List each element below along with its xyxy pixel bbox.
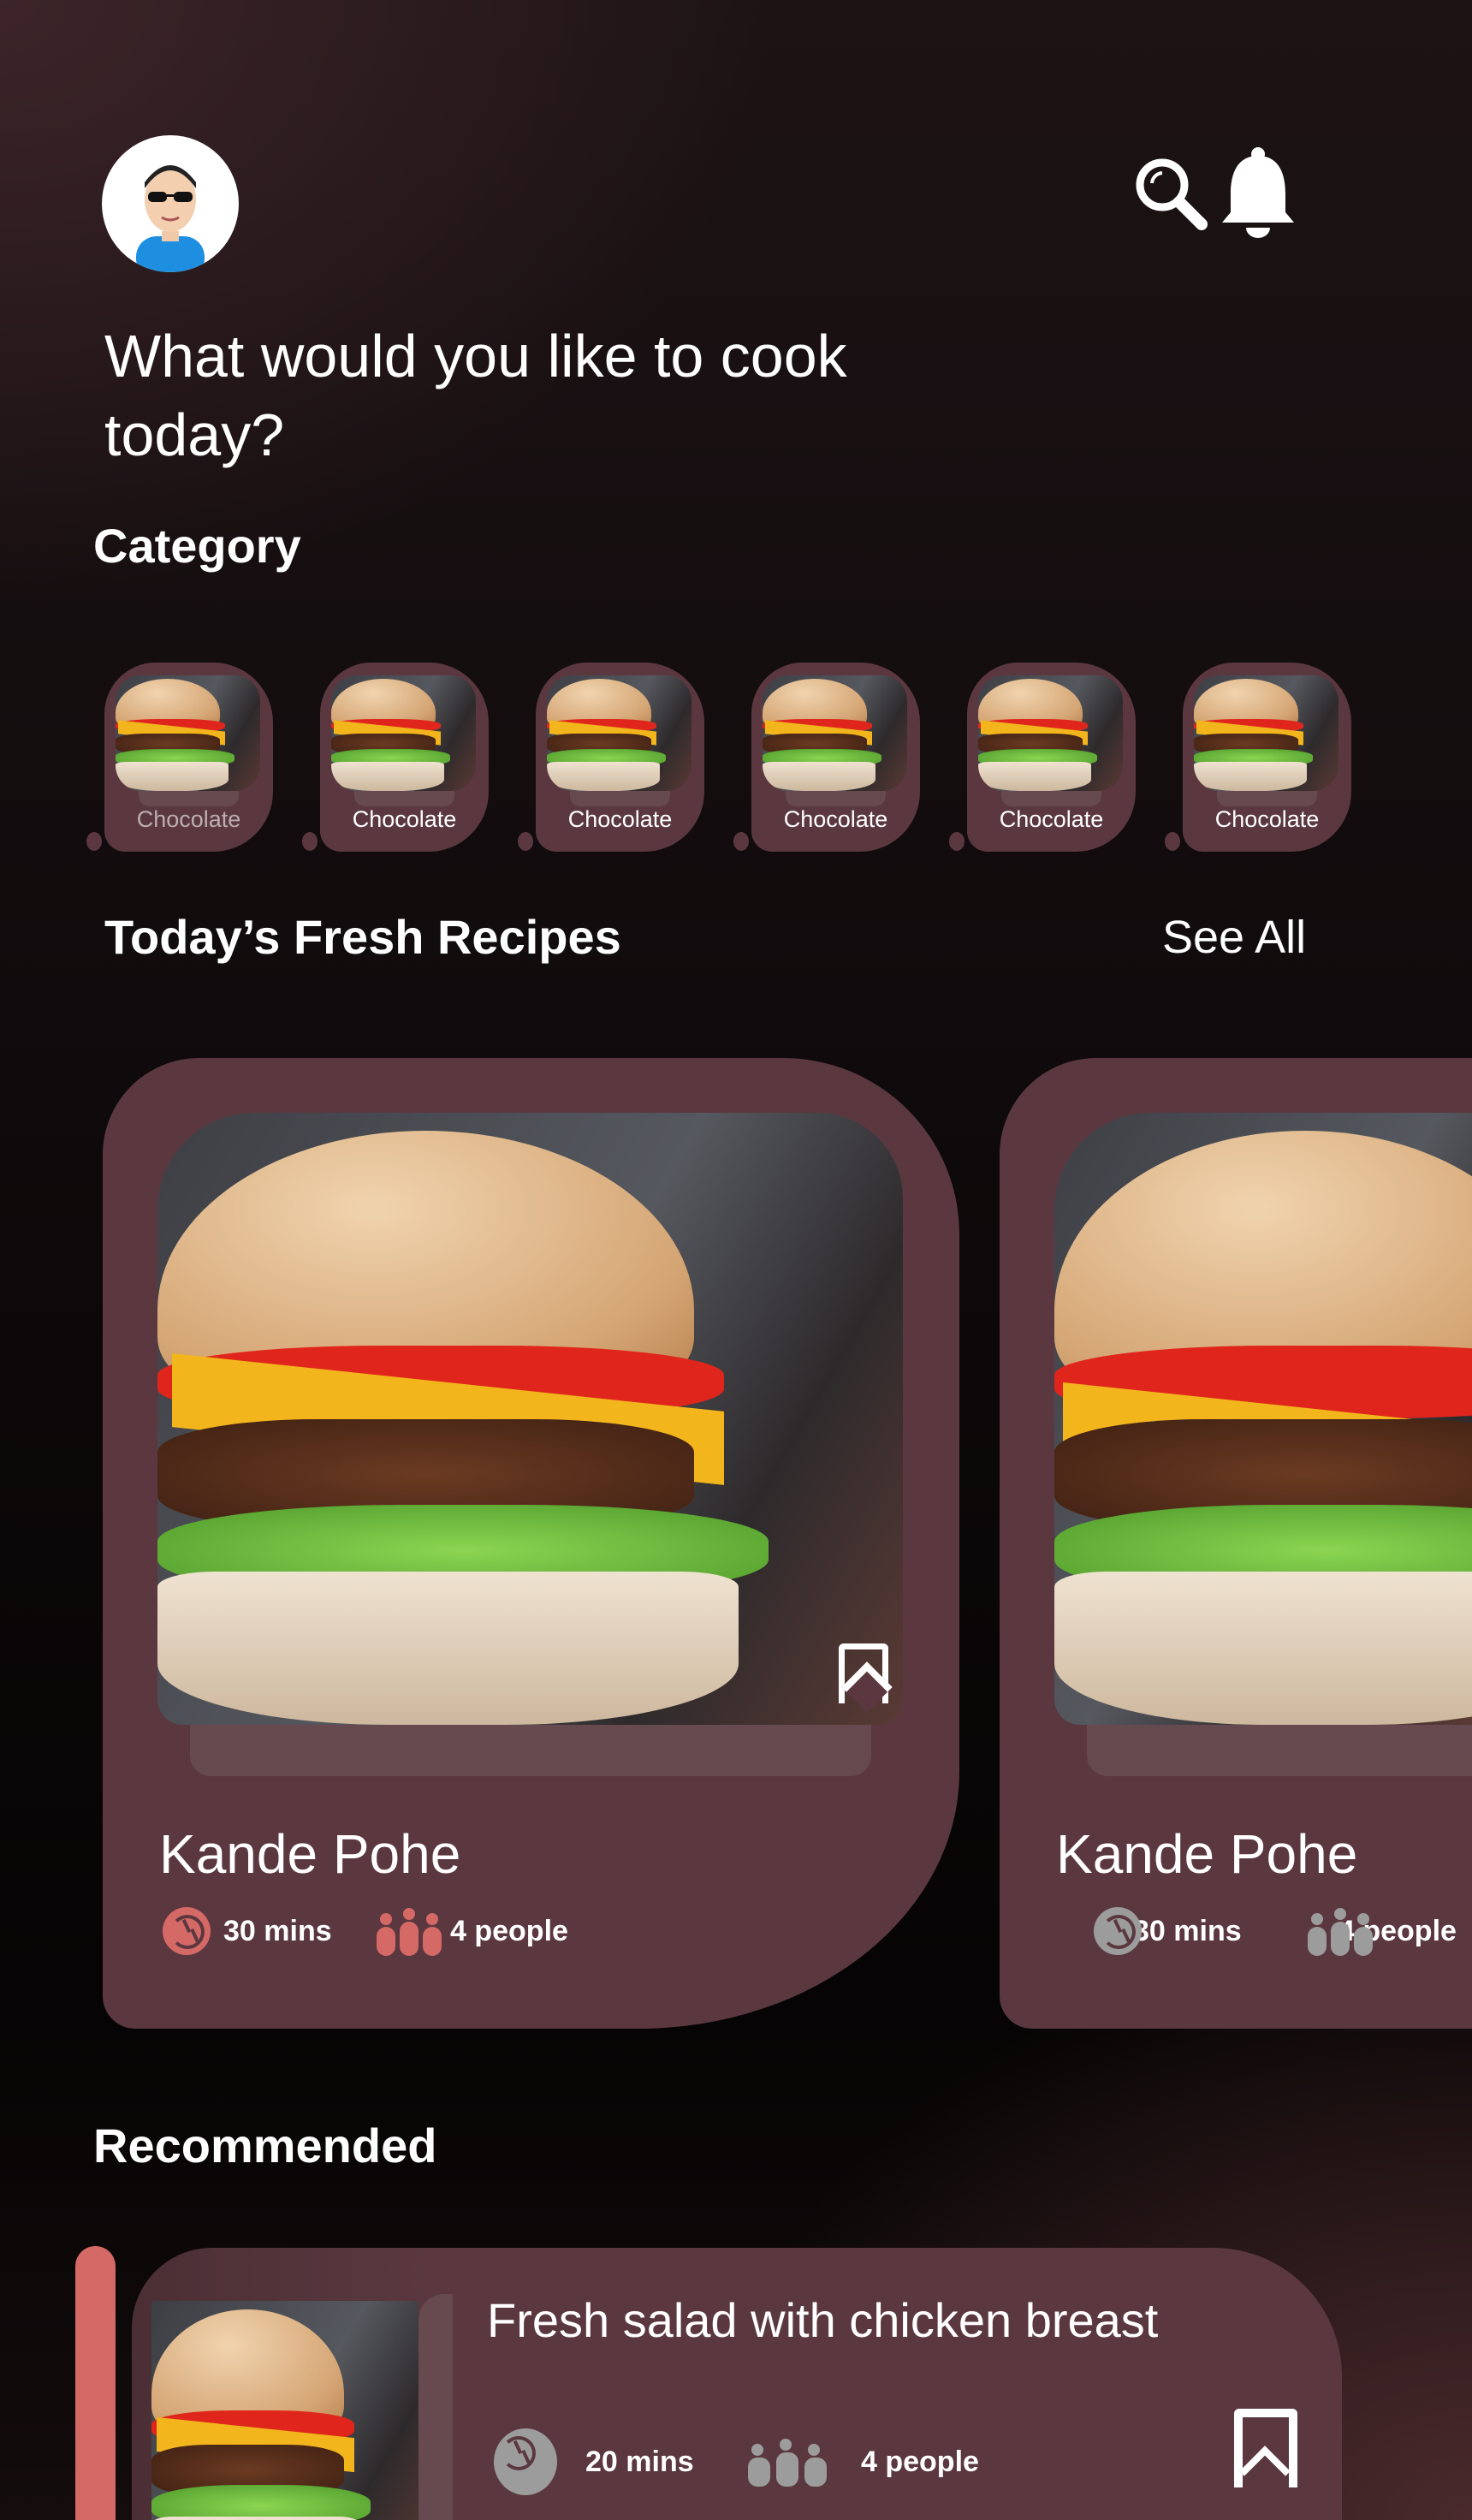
- category-label: Chocolate: [136, 806, 241, 832]
- search-icon[interactable]: [1131, 154, 1208, 231]
- category-image: [547, 675, 691, 791]
- bookmark-icon[interactable]: [839, 1643, 888, 1703]
- bookmark-icon[interactable]: [1234, 2409, 1297, 2487]
- category-item[interactable]: Chocolate: [751, 663, 920, 852]
- category-dot: [86, 832, 102, 851]
- recipe-image: [157, 1113, 903, 1725]
- page-headline: What would you like to cook today?: [104, 323, 847, 468]
- category-dot: [949, 832, 965, 851]
- clock-icon: [494, 2428, 557, 2495]
- recommended-image: [151, 2267, 418, 2520]
- recommended-card[interactable]: Fresh salad with chicken breast 20 mins …: [132, 2248, 1342, 2520]
- image-plate: [190, 1725, 871, 1776]
- image-plate: [1217, 791, 1317, 806]
- recommended-title: Fresh salad with chicken breast: [487, 2293, 1159, 2347]
- image-plate: [1087, 1725, 1472, 1776]
- image-plate: [1001, 791, 1101, 806]
- recommended-servings: 4 people: [861, 2445, 979, 2478]
- recipe-title: Kande Pohe: [1056, 1823, 1358, 1885]
- image-plate: [418, 2294, 453, 2520]
- category-image: [763, 675, 907, 791]
- image-plate: [570, 791, 670, 806]
- see-all-link[interactable]: See All: [1162, 911, 1306, 964]
- avatar-icon: [136, 165, 205, 272]
- recipe-servings: 4 people: [450, 1914, 568, 1947]
- recipe-title: Kande Pohe: [159, 1823, 461, 1885]
- category-image: [331, 675, 476, 791]
- category-label: Chocolate: [1214, 806, 1320, 832]
- category-dot: [518, 832, 533, 851]
- category-item[interactable]: Chocolate: [104, 663, 273, 852]
- recommended-time: 20 mins: [585, 2445, 694, 2478]
- avatar[interactable]: [102, 135, 239, 272]
- recipe-card[interactable]: Kande Pohe 30 mins 4 people: [1000, 1058, 1472, 2029]
- recommended-heading: Recommended: [93, 2119, 437, 2172]
- category-label: Chocolate: [783, 806, 888, 832]
- category-heading: Category: [93, 519, 301, 573]
- category-dot: [1165, 832, 1180, 851]
- category-image: [116, 675, 260, 791]
- category-image: [978, 675, 1123, 791]
- recipe-card[interactable]: Kande Pohe 30 mins 4 people: [103, 1058, 959, 2029]
- people-icon: [1308, 1906, 1373, 1956]
- category-label: Chocolate: [999, 806, 1104, 832]
- clock-icon: [1094, 1907, 1142, 1955]
- category-dot: [733, 832, 749, 851]
- recipe-image: [1054, 1113, 1472, 1725]
- category-image: [1194, 675, 1338, 791]
- category-item[interactable]: Chocolate: [967, 663, 1136, 852]
- people-icon: [748, 2437, 827, 2487]
- image-plate: [786, 791, 886, 806]
- bell-icon[interactable]: [1219, 146, 1297, 241]
- fresh-recipes-heading: Today’s Fresh Recipes: [104, 910, 621, 964]
- recipe-time: 30 mins: [1133, 1914, 1242, 1947]
- category-dot: [302, 832, 318, 851]
- people-icon: [377, 1906, 442, 1956]
- category-item[interactable]: Chocolate: [320, 663, 489, 852]
- category-label: Chocolate: [352, 806, 457, 832]
- selected-indicator: [75, 2246, 116, 2520]
- image-plate: [354, 791, 454, 806]
- category-item[interactable]: Chocolate: [536, 663, 704, 852]
- clock-icon: [163, 1907, 211, 1955]
- recipe-time: 30 mins: [223, 1914, 332, 1947]
- category-item[interactable]: Chocolate: [1183, 663, 1351, 852]
- image-plate: [139, 791, 239, 806]
- category-label: Chocolate: [567, 806, 673, 832]
